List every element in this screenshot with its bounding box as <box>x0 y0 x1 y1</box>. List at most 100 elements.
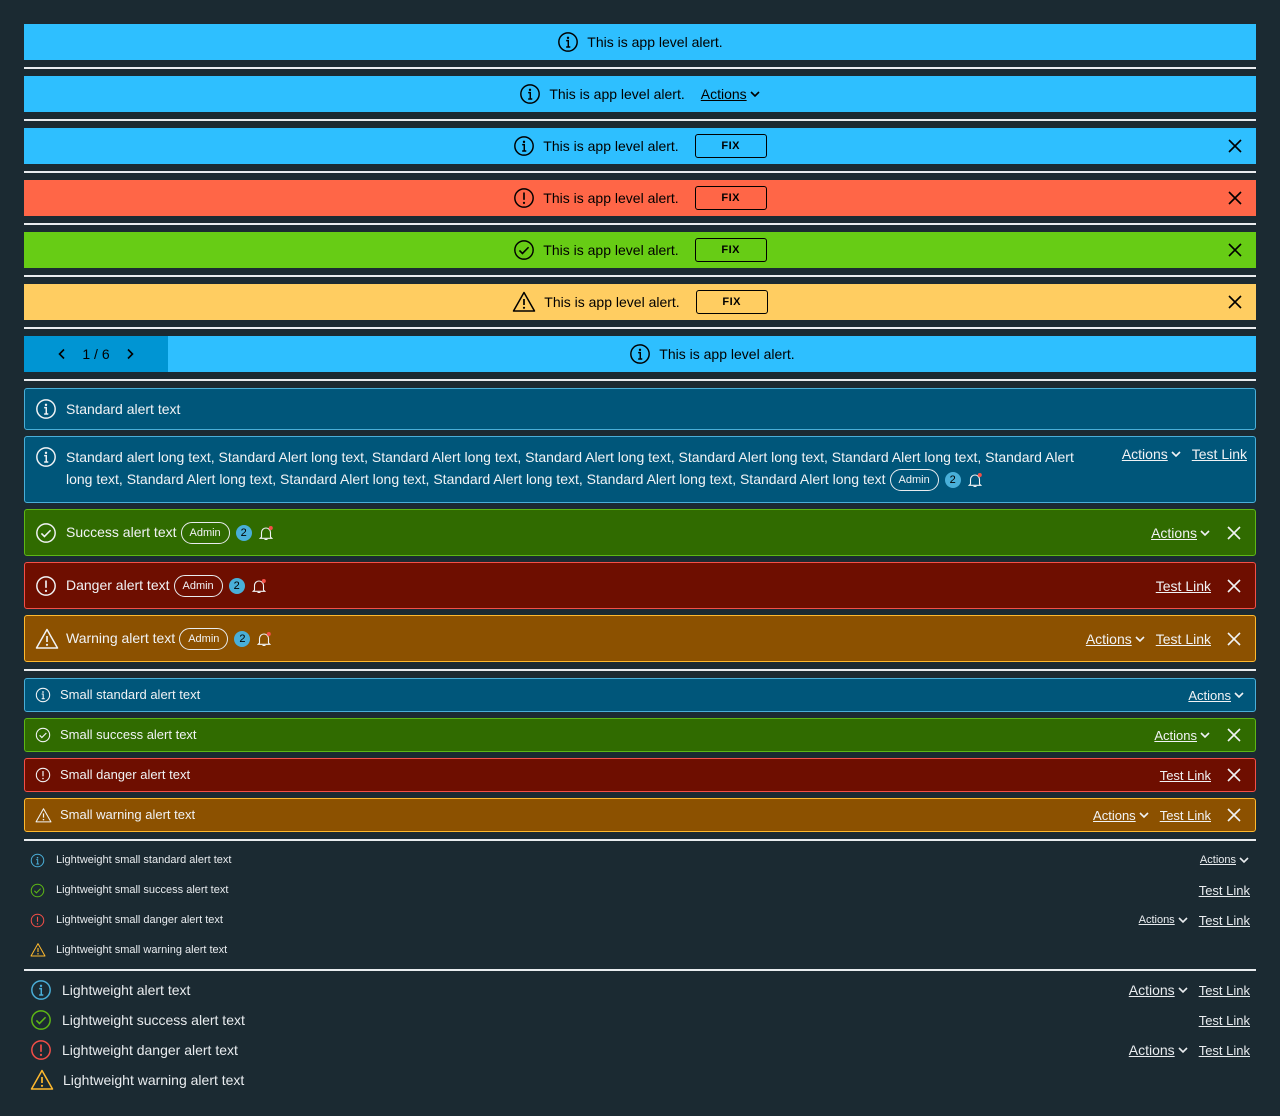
actions-dropdown[interactable]: Actions <box>1151 525 1211 541</box>
actions-label: Actions <box>1199 854 1236 866</box>
chevron-down-icon <box>1134 633 1146 645</box>
error-icon <box>35 575 57 597</box>
alert-text: Small danger alert text <box>60 767 191 782</box>
divider <box>24 67 1256 69</box>
alert-content: Warning alert text Admin 2 <box>66 627 1086 651</box>
alert-text: Lightweight small warning alert text <box>56 944 228 956</box>
actions-dropdown[interactable]: Actions <box>1129 1042 1189 1058</box>
admin-label: Admin <box>173 575 223 598</box>
success-icon <box>30 883 45 898</box>
info-icon <box>513 135 535 157</box>
divider <box>24 223 1256 225</box>
info-icon <box>35 446 57 468</box>
error-icon <box>35 767 51 783</box>
lightweight-small-info: Lightweight small standard alert text Ac… <box>30 850 1250 870</box>
actions-dropdown[interactable]: Actions <box>1122 446 1182 462</box>
app-alert-info: This is app level alert. <box>24 24 1256 60</box>
actions-dropdown[interactable]: Actions <box>1086 631 1146 647</box>
close-icon[interactable] <box>1227 808 1241 822</box>
chevron-right-icon[interactable] <box>124 348 136 360</box>
lightweight-small-success: Lightweight small success alert text Tes… <box>30 880 1250 900</box>
alert-text: Lightweight danger alert text <box>62 1042 238 1058</box>
alert-small-success: Small success alert text Actions <box>24 718 1256 752</box>
divider <box>24 839 1256 841</box>
test-link[interactable]: Test Link <box>1160 768 1211 783</box>
close-icon[interactable] <box>1228 191 1242 205</box>
alert-text: Warning alert text <box>66 629 176 646</box>
actions-label: Actions <box>1154 727 1197 743</box>
actions-dropdown[interactable]: Actions <box>1154 728 1211 743</box>
lightweight-danger: Lightweight danger alert text Actions Tes… <box>30 1038 1250 1062</box>
app-alert-message: This is app level alert. <box>543 190 679 206</box>
close-icon[interactable] <box>1227 526 1241 540</box>
test-link[interactable]: Test Link <box>1192 446 1247 462</box>
close-icon[interactable] <box>1228 139 1242 153</box>
chevron-down-icon <box>1177 914 1189 926</box>
warning-icon <box>30 942 46 958</box>
success-icon <box>35 522 57 544</box>
error-icon <box>30 1039 52 1061</box>
actions-label: Actions <box>1188 687 1231 703</box>
test-link[interactable]: Test Link <box>1199 1013 1250 1028</box>
alert-small-danger: Small danger alert text Test Link <box>24 758 1256 792</box>
fix-button[interactable]: FIX <box>694 238 767 262</box>
actions-label: Actions <box>1128 1042 1175 1058</box>
lightweight-info: Lightweight alert text Actions Test Link <box>30 978 1250 1002</box>
chevron-down-icon <box>1238 854 1250 866</box>
app-alert-message: This is app level alert. <box>544 294 680 310</box>
actions-dropdown[interactable]: Actions <box>1129 982 1189 998</box>
app-alert-message: This is app level alert. <box>587 34 723 50</box>
app-alert-info-fix: This is app level alert. FIX <box>24 128 1256 164</box>
info-icon <box>519 83 541 105</box>
chevron-down-icon <box>1177 984 1189 996</box>
bell-icon <box>251 578 267 594</box>
fix-button[interactable]: FIX <box>694 186 767 210</box>
test-link[interactable]: Test Link <box>1156 631 1211 647</box>
actions-label: Actions <box>1151 524 1197 541</box>
actions-dropdown[interactable]: Actions <box>1093 808 1150 823</box>
app-alert-danger: This is app level alert. FIX <box>24 180 1256 216</box>
lightweight-success: Lightweight success alert text Test Link <box>30 1008 1250 1032</box>
alert-standard-info: Standard alert text <box>24 388 1256 430</box>
actions-dropdown[interactable]: Actions <box>1139 914 1189 926</box>
error-icon <box>513 187 535 209</box>
test-link[interactable]: Test Link <box>1156 578 1211 594</box>
alert-text: Lightweight warning alert text <box>63 1072 245 1088</box>
alert-standard-long: Standard alert long text, Standard Alert… <box>24 436 1256 503</box>
close-icon[interactable] <box>1228 243 1242 257</box>
test-link[interactable]: Test Link <box>1199 1043 1250 1058</box>
test-link[interactable]: Test Link <box>1160 808 1211 823</box>
actions-dropdown[interactable]: Actions <box>701 86 761 102</box>
count-badge: 2 <box>234 631 251 648</box>
app-alert-paged: 1 / 6 This is app level alert. <box>24 336 1256 372</box>
divider <box>24 969 1256 971</box>
test-link[interactable]: Test Link <box>1199 883 1250 898</box>
fix-button[interactable]: FIX <box>695 290 768 314</box>
chevron-down-icon <box>1138 809 1150 821</box>
close-icon[interactable] <box>1227 579 1241 593</box>
warning-icon <box>35 807 52 824</box>
actions-dropdown[interactable]: Actions <box>1188 688 1245 703</box>
app-alert-warning: This is app level alert. FIX <box>24 284 1256 320</box>
count-badge: 2 <box>944 472 961 489</box>
close-icon[interactable] <box>1227 632 1241 646</box>
alert-text: Lightweight small danger alert text <box>56 914 223 926</box>
app-alert-info-actions: This is app level alert. Actions <box>24 76 1256 112</box>
bell-icon <box>256 631 272 647</box>
close-icon[interactable] <box>1227 768 1241 782</box>
test-link[interactable]: Test Link <box>1199 983 1250 998</box>
fix-button[interactable]: FIX <box>694 134 767 158</box>
app-alert-success: This is app level alert. FIX <box>24 232 1256 268</box>
divider <box>24 669 1256 671</box>
test-link[interactable]: Test Link <box>1199 913 1250 928</box>
alert-text: Small success alert text <box>60 727 197 742</box>
lightweight-small-danger: Lightweight small danger alert text Acti… <box>30 910 1250 930</box>
close-icon[interactable] <box>1227 728 1241 742</box>
alert-long-content: Standard alert long text, Standard Alert… <box>66 446 1122 492</box>
chevron-left-icon[interactable] <box>56 348 68 360</box>
admin-label: Admin <box>180 522 230 545</box>
actions-dropdown[interactable]: Actions <box>1200 854 1250 866</box>
close-icon[interactable] <box>1228 295 1242 309</box>
bell-icon <box>967 472 983 488</box>
actions-label: Actions <box>1093 807 1136 823</box>
